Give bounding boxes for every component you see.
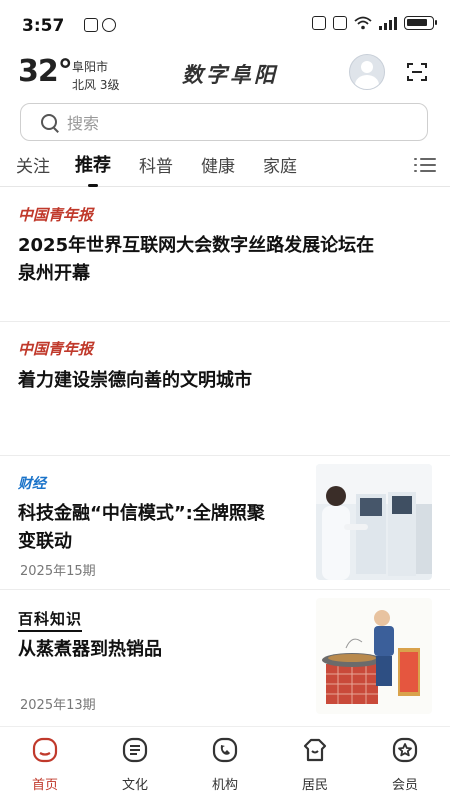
alarm-icon <box>102 18 116 32</box>
list-item[interactable]: 中国青年报 2025年世界互联网大会数字丝路发展论坛在 泉州开幕 <box>0 188 450 322</box>
article-source: 百科知识 <box>18 610 83 632</box>
avatar-head-icon <box>361 61 373 73</box>
nav-resident[interactable]: 居民 <box>280 737 350 793</box>
nav-home-label: 首页 <box>31 778 58 793</box>
list-item[interactable]: 中国青年报 着力建设崇德向善的文明城市 <box>0 322 450 456</box>
tab-health[interactable]: 健康 <box>201 152 235 177</box>
nav-culture[interactable]: 文化 <box>100 737 170 793</box>
article-title-line1: 科技金融“中信模式”:全牌照聚 <box>18 503 265 524</box>
mute-icon <box>333 16 347 30</box>
weather-wind: 北风 3级 <box>72 78 120 92</box>
article-source: 财经 <box>18 476 46 492</box>
app-logo: 数字阜阳 <box>182 62 278 87</box>
tab-science[interactable]: 科普 <box>139 152 173 177</box>
wifi-icon <box>354 16 372 30</box>
article-title-line2: 变联动 <box>18 531 72 552</box>
status-left-icons <box>84 18 116 32</box>
nav-resident-label: 居民 <box>301 778 328 793</box>
weather-city: 阜阳市 <box>72 60 109 74</box>
article-title-line1: 着力建设崇德向善的文明城市 <box>18 370 252 391</box>
member-icon <box>392 737 418 763</box>
nav-home[interactable]: 首页 <box>10 737 80 793</box>
signal-icon <box>379 16 397 30</box>
article-source: 中国青年报 <box>18 206 94 224</box>
bottom-nav: 首页 文化 机构 居民 会员 <box>0 726 450 801</box>
search-icon <box>41 114 57 130</box>
article-title-line1: 从蒸煮器到热销品 <box>18 639 162 660</box>
avatar-body-icon <box>355 75 379 89</box>
article-title-line1: 2025年世界互联网大会数字丝路发展论坛在 <box>18 235 375 256</box>
article-thumbnail <box>316 598 432 714</box>
app-header: 32° 阜阳市 北风 3级 数字阜阳 <box>0 52 450 96</box>
article-title-line2: 泉州开幕 <box>18 263 90 284</box>
status-right-icons <box>312 16 437 30</box>
article-date: 2025年13期 <box>20 698 96 713</box>
home-icon <box>32 737 58 763</box>
nav-culture-label: 文化 <box>121 778 148 793</box>
list-item[interactable]: 财经 科技金融“中信模式”:全牌照聚 变联动 2025年15期 <box>0 456 450 590</box>
list-item[interactable]: 百科知识 从蒸煮器到热销品 2025年13期 <box>0 590 450 724</box>
nfc-icon <box>84 18 98 32</box>
nav-member[interactable]: 会员 <box>370 737 440 793</box>
tab-menu-icon[interactable] <box>414 157 436 173</box>
scan-icon[interactable] <box>407 63 427 81</box>
article-thumbnail <box>316 464 432 580</box>
temperature: 32° <box>18 54 73 89</box>
nav-institution[interactable]: 机构 <box>190 737 260 793</box>
tab-recommend[interactable]: 推荐 <box>75 151 111 177</box>
nav-institution-label: 机构 <box>211 778 238 793</box>
article-source: 中国青年报 <box>18 340 94 358</box>
culture-icon <box>122 737 148 763</box>
tab-follow[interactable]: 关注 <box>16 152 50 177</box>
category-tabs: 关注 推荐 科普 健康 家庭 <box>0 148 450 187</box>
status-time: 3:57 <box>22 16 65 36</box>
status-bar: 3:57 <box>0 0 450 50</box>
search-bar[interactable] <box>20 103 428 141</box>
vibrate-icon <box>312 16 326 30</box>
battery-icon <box>404 16 437 30</box>
nav-member-label: 会员 <box>391 778 418 793</box>
search-input[interactable] <box>65 110 399 136</box>
cooking-illustration-image <box>316 598 432 714</box>
user-avatar[interactable] <box>349 54 385 90</box>
institution-icon <box>212 737 238 763</box>
tab-family[interactable]: 家庭 <box>263 152 297 177</box>
article-date: 2025年15期 <box>20 564 96 579</box>
lab-technician-photo-image <box>316 464 432 580</box>
resident-icon <box>302 737 328 763</box>
